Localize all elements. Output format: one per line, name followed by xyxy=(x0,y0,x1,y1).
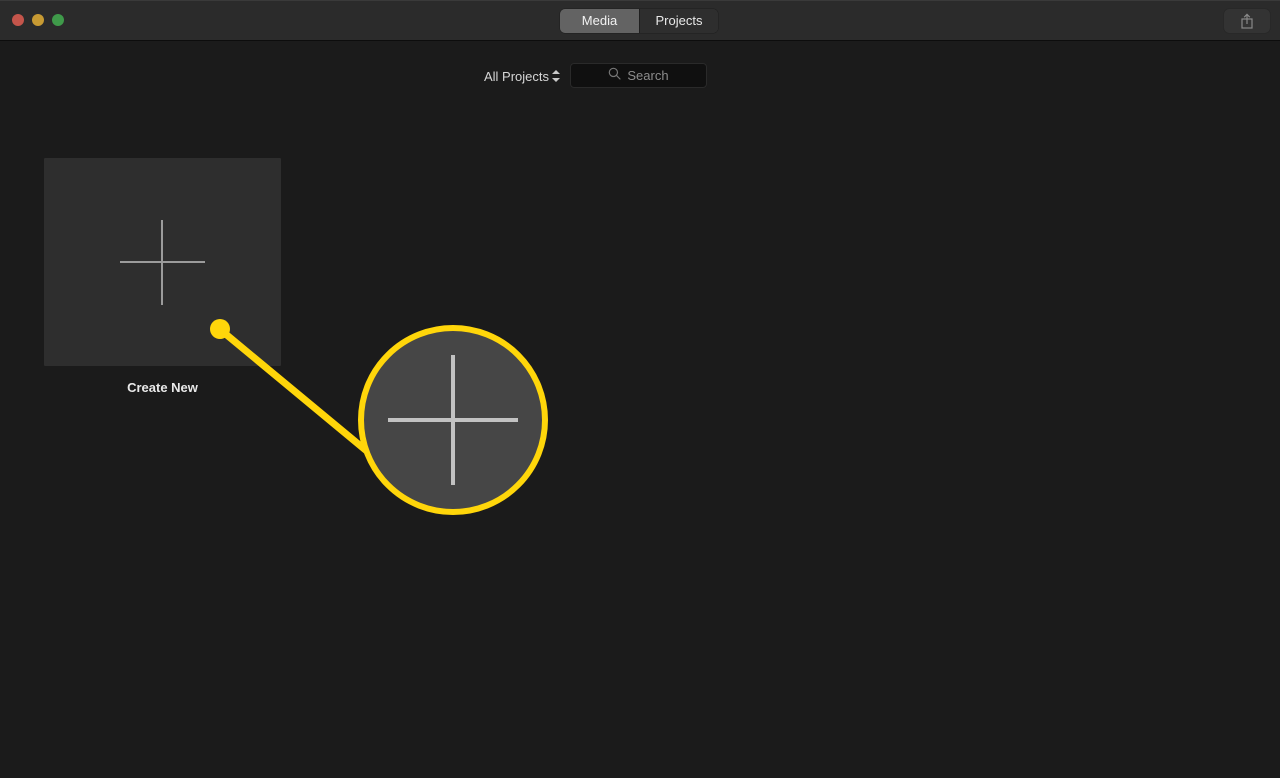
create-new-tile[interactable]: Create New xyxy=(44,158,281,395)
zoom-window-button[interactable] xyxy=(52,14,64,26)
project-grid: Create New xyxy=(44,158,281,395)
share-icon xyxy=(1240,13,1254,29)
window-controls xyxy=(12,14,64,26)
view-mode-segmented-control[interactable]: Media Projects xyxy=(560,9,718,33)
create-new-label: Create New xyxy=(127,380,198,395)
magnified-plus-icon xyxy=(364,331,542,509)
filter-bar: All Projects Search xyxy=(0,63,1280,89)
close-window-button[interactable] xyxy=(12,14,24,26)
library-selector[interactable]: All Projects xyxy=(484,63,561,89)
minimize-window-button[interactable] xyxy=(32,14,44,26)
search-icon xyxy=(608,67,621,85)
plus-icon xyxy=(44,158,281,366)
imovie-projects-window: Media Projects All Projects Search Creat… xyxy=(0,0,1280,778)
tab-projects[interactable]: Projects xyxy=(639,9,718,33)
share-button[interactable] xyxy=(1224,9,1270,33)
tab-media[interactable]: Media xyxy=(560,9,639,33)
library-selector-label: All Projects xyxy=(484,68,550,84)
search-placeholder: Search xyxy=(627,68,669,83)
window-toolbar: Media Projects xyxy=(0,0,1280,41)
create-new-thumbnail[interactable] xyxy=(44,158,281,366)
callout-anchor-dot xyxy=(210,319,230,339)
up-down-chevron-icon xyxy=(551,68,561,84)
search-input[interactable]: Search xyxy=(570,63,707,88)
callout-magnifier xyxy=(358,325,548,515)
